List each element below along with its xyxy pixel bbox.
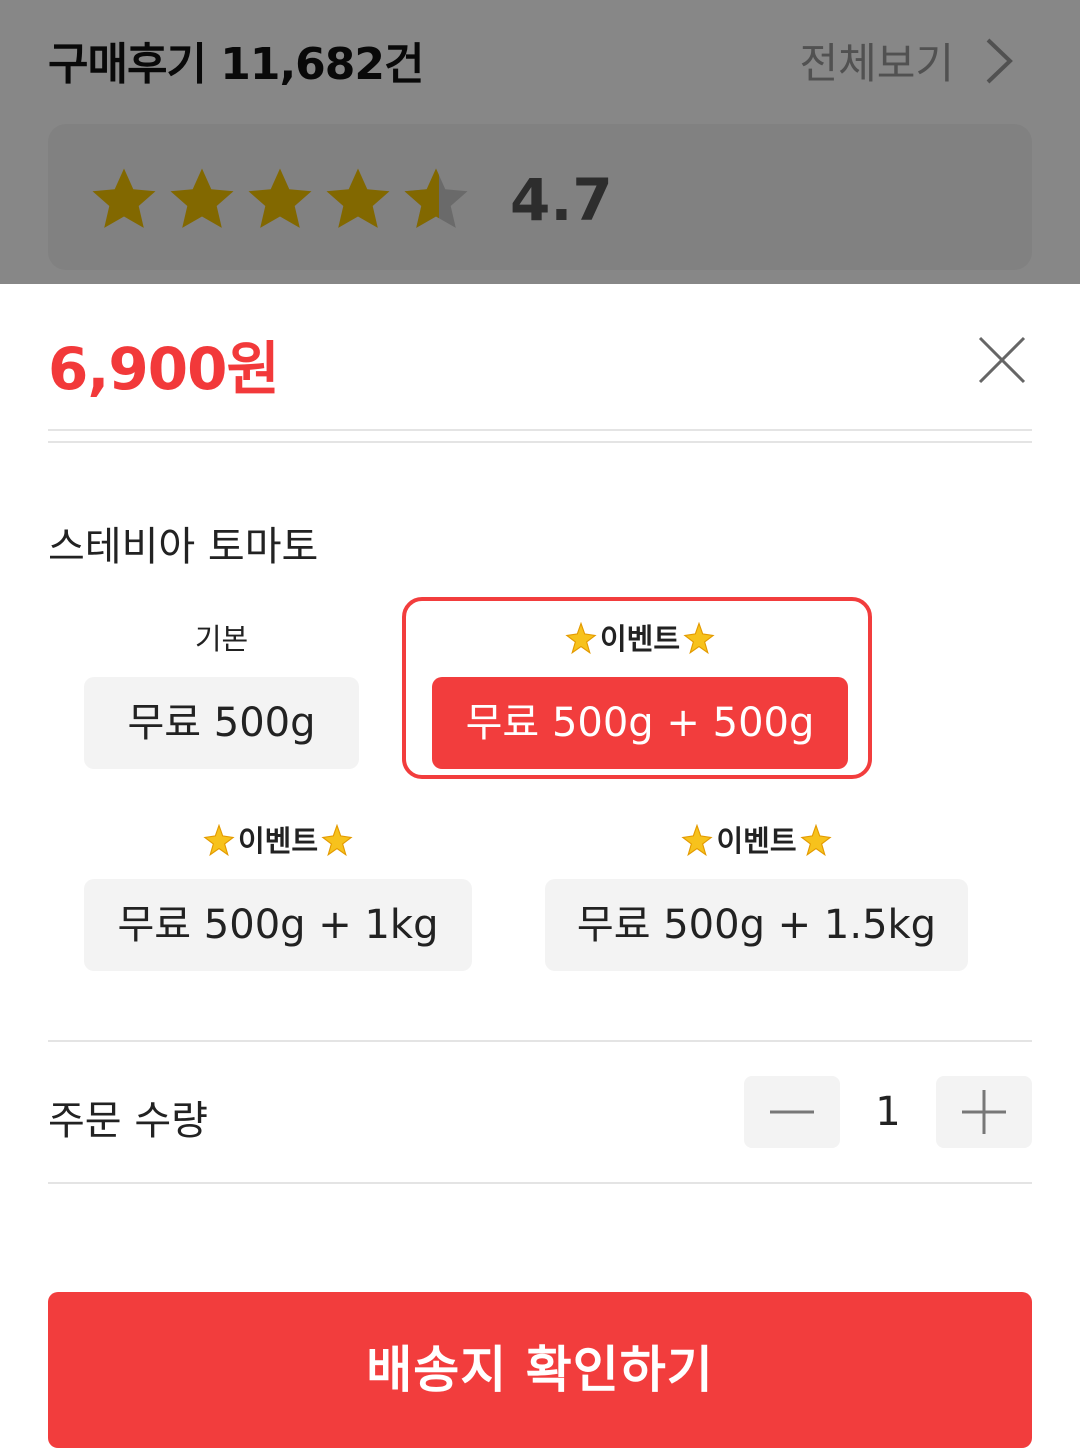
option-tag-label: 이벤트 [237, 824, 319, 858]
option-tag: 기본 [194, 622, 249, 656]
divider [48, 1182, 1032, 1184]
plus-icon [962, 1090, 1006, 1134]
option-tag-event: 이벤트 [432, 617, 848, 661]
option-button-500g-500g[interactable]: 무료 500g + 500g [432, 677, 848, 769]
option-tag-event: 이벤트 [84, 819, 472, 863]
quantity-decrease-button[interactable] [744, 1076, 840, 1148]
price-label: 6,900원 [48, 335, 280, 403]
option-button-500g[interactable]: 무료 500g [84, 677, 359, 769]
quantity-value: 1 [875, 1089, 901, 1135]
quantity-increase-button[interactable] [936, 1076, 1032, 1148]
option-event-500g-500g: 이벤트 무료 500g + 500g [432, 617, 848, 769]
option-title: 스테비아 토마토 [48, 524, 319, 570]
option-button-500g-1kg[interactable]: 무료 500g + 1kg [84, 879, 472, 971]
option-bottom-sheet: 6,900원 스테비아 토마토 기본 무료 500g 이벤트 무료 500g +… [0, 284, 1080, 1455]
sparkle-star-icon [681, 824, 714, 857]
option-tag-event: 이벤트 [545, 819, 968, 863]
option-tag-label: 이벤트 [599, 622, 681, 656]
dim-overlay[interactable] [0, 0, 1080, 284]
sparkle-star-icon [321, 824, 353, 857]
option-button-500g-1-5kg[interactable]: 무료 500g + 1.5kg [545, 879, 968, 971]
sparkle-star-icon [683, 622, 715, 655]
minus-icon [770, 1110, 814, 1114]
option-event-500g-1-5kg: 이벤트 무료 500g + 1.5kg [545, 819, 968, 971]
divider [48, 1040, 1032, 1042]
confirm-shipping-button[interactable]: 배송지 확인하기 [48, 1292, 1032, 1448]
divider [48, 441, 1032, 443]
sparkle-star-icon [799, 824, 832, 857]
option-tag-label: 이벤트 [716, 824, 797, 858]
option-basic: 기본 무료 500g [84, 617, 359, 769]
sparkle-star-icon [203, 824, 235, 857]
divider [48, 429, 1032, 431]
quantity-label: 주문 수량 [48, 1098, 208, 1144]
close-icon[interactable] [970, 328, 1034, 392]
option-event-500g-1kg: 이벤트 무료 500g + 1kg [84, 819, 472, 971]
sparkle-star-icon [565, 622, 597, 655]
